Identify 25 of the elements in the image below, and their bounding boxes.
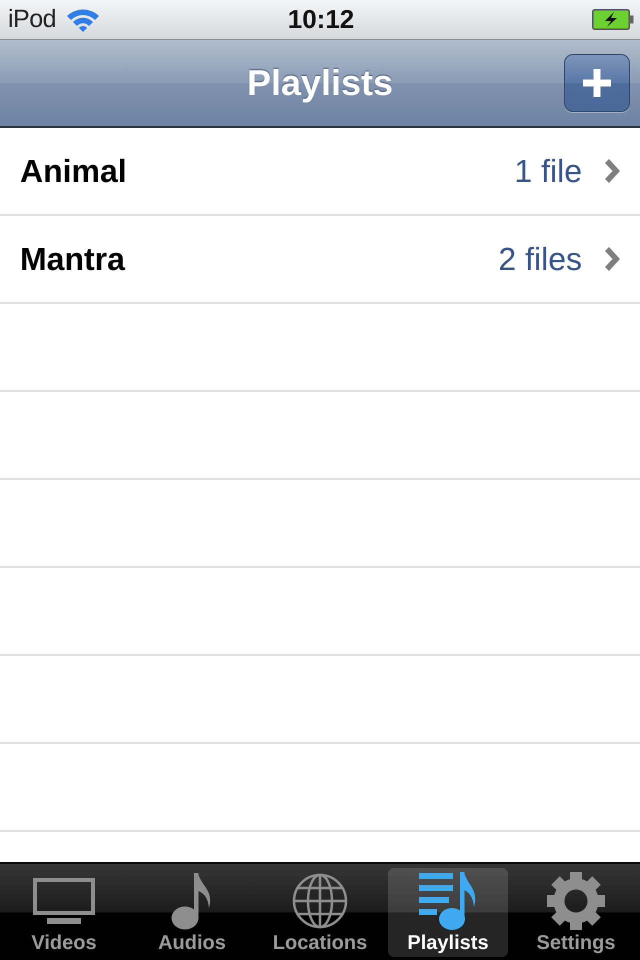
tab-button[interactable]: Playlists xyxy=(388,868,508,957)
chevron-icon xyxy=(604,247,620,271)
file-count: 2 files xyxy=(498,240,582,278)
clock-time: 10:12 xyxy=(288,4,354,35)
carrier-name: iPod xyxy=(8,5,56,34)
music-note-icon xyxy=(171,872,213,930)
tab-button[interactable]: Audios xyxy=(132,868,252,957)
tab-button[interactable]: Videos xyxy=(4,868,124,957)
wifi-icon xyxy=(66,6,100,32)
battery-charging-icon xyxy=(592,9,634,30)
playlist-row[interactable]: Animal 1 file xyxy=(0,128,640,216)
plus-icon xyxy=(583,69,611,97)
file-count: 1 file xyxy=(514,152,582,190)
playlist-name: Animal xyxy=(20,152,128,190)
television-icon xyxy=(33,878,95,924)
playlist-row[interactable]: Mantra 2 files xyxy=(0,216,640,304)
settings-gear-icon xyxy=(547,872,605,930)
playlist-name: Mantra xyxy=(20,240,126,278)
tab-button[interactable]: Locations xyxy=(260,868,380,957)
globe-icon xyxy=(292,873,348,929)
playlist-icon xyxy=(419,871,477,931)
nav-title: Playlists xyxy=(246,62,394,104)
chevron-icon xyxy=(604,159,620,183)
add-button[interactable] xyxy=(564,54,630,112)
tab-button[interactable]: Settings xyxy=(516,868,636,957)
